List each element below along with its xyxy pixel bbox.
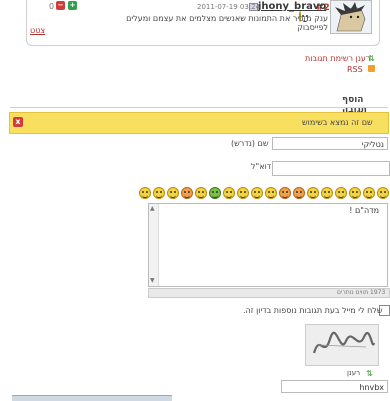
divider [10,107,388,108]
notify-label: שלח לי מייל בעת תגובות נוספות בדיון זה. [243,306,383,315]
scroll-up-icon[interactable]: ▲ [150,205,155,212]
textarea-scrollbar[interactable] [149,204,159,286]
smiley-sleep-icon[interactable] [167,187,179,199]
vote-count: 0 [49,2,55,11]
smiley-cool-icon[interactable] [335,187,347,199]
smiley-blush-icon[interactable] [223,187,235,199]
char-counter: 1973 תווים נותרים [337,289,386,296]
smiley-wink-icon[interactable] [349,187,361,199]
quote-link[interactable]: צטט [30,26,45,35]
rss-link[interactable]: RSS [347,65,363,74]
captcha-input[interactable]: hnvbx [281,380,388,393]
smiley-confused-icon[interactable] [251,187,263,199]
smiley-tongue-icon[interactable] [321,187,333,199]
vote-up-button[interactable]: + [68,1,77,10]
comment-text: ענק מזכיר את התמונות שאנשים מצלמים את עצ… [126,14,328,32]
captcha-image [305,324,379,366]
scroll-down-icon[interactable]: ▼ [150,277,155,284]
email-label: דוא"ל [251,162,272,171]
smiley-laugh-icon[interactable] [307,187,319,199]
vote-down-button[interactable]: − [56,1,65,10]
smiley-sad-icon[interactable] [293,187,305,199]
smiley-smile-icon[interactable] [377,187,389,199]
smiley-cry-icon[interactable] [153,187,165,199]
name-label: שם (נדרש) [231,139,269,148]
comment-textarea[interactable]: מדה"ם ! [148,203,388,287]
name-input[interactable]: נטליקי [272,137,388,150]
rss-icon [368,65,375,72]
smiley-grin-icon[interactable] [363,187,375,199]
smiley-angry-icon[interactable] [265,187,277,199]
bottom-scroll-area [12,395,172,401]
smiley-shock-icon[interactable] [279,187,291,199]
avatar [330,0,372,34]
error-message: שם זה נמצא בשימוש [302,118,373,127]
smiley-picker [127,187,389,203]
error-icon: x [13,117,23,127]
smiley-kiss-icon[interactable] [195,187,207,199]
email-input[interactable] [272,161,390,176]
smiley-neutral-icon[interactable] [237,187,249,199]
smiley-evil-icon[interactable] [181,187,193,199]
comment-author[interactable]: jhony_bravo [258,1,326,12]
comment-date: 2011-07-19 03:24 [197,3,261,11]
captcha-refresh-label[interactable]: רענן [347,369,360,377]
refresh-comments-link[interactable]: רענן רשימת תגובות [305,54,370,63]
smiley-sick-icon[interactable] [209,187,221,199]
captcha-refresh-icon[interactable]: ⇅ [366,369,373,378]
smiley-roll-icon[interactable] [139,187,151,199]
